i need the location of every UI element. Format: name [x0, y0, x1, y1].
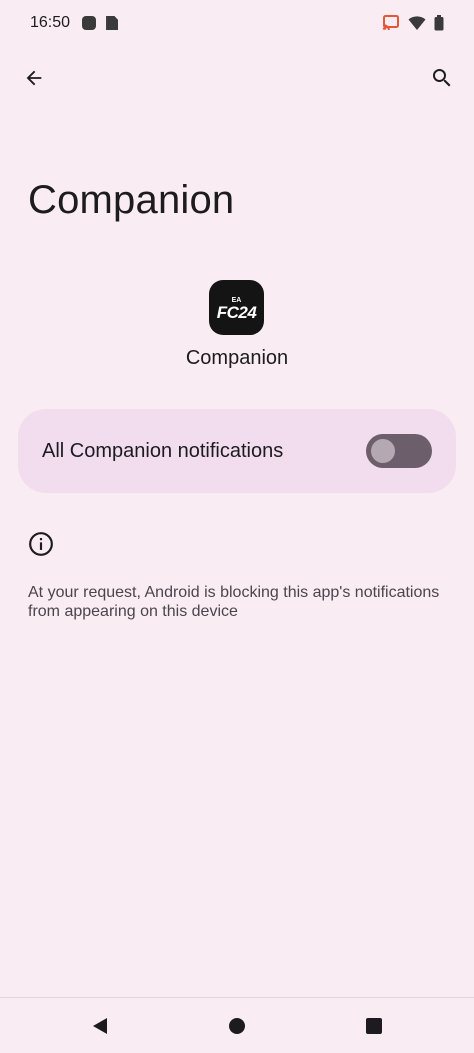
app-name: Companion — [185, 347, 289, 369]
battery-icon — [434, 15, 444, 31]
arrow-back-icon — [26, 70, 42, 86]
status-time: 16:50 — [30, 14, 71, 31]
nav-recents-button[interactable] — [364, 1016, 384, 1036]
system-nav-bar — [0, 997, 474, 1053]
nav-recents-icon — [366, 1018, 382, 1034]
info-icon — [29, 532, 53, 556]
nav-home-button[interactable] — [227, 1016, 247, 1036]
search-icon — [433, 69, 451, 87]
switch-thumb — [371, 439, 395, 463]
app-notifications-screen: 16:50 Companion EA FC24 Companion All Co… — [0, 0, 474, 1053]
back-button[interactable] — [18, 62, 50, 94]
search-button[interactable] — [426, 62, 458, 94]
nav-back-icon — [93, 1018, 107, 1034]
all-notifications-toggle-row[interactable]: All Companion notifications — [18, 409, 456, 493]
nav-home-icon — [229, 1018, 245, 1034]
wifi-icon — [408, 16, 426, 30]
notification-dot-icon — [82, 16, 97, 30]
all-notifications-switch[interactable] — [366, 434, 432, 468]
status-bar: 16:50 — [0, 0, 474, 46]
app-icon: EA FC24 — [209, 280, 264, 335]
all-notifications-label: All Companion notifications — [42, 439, 284, 462]
nav-back-button[interactable] — [90, 1016, 110, 1036]
app-icon-logo-text: FC24 — [216, 302, 257, 322]
cast-icon — [382, 15, 399, 31]
page-title: Companion — [28, 178, 235, 222]
sim-alert-icon — [106, 16, 119, 30]
blocked-info-text: At your request, Android is blocking thi… — [28, 584, 440, 620]
top-app-bar — [0, 56, 474, 100]
